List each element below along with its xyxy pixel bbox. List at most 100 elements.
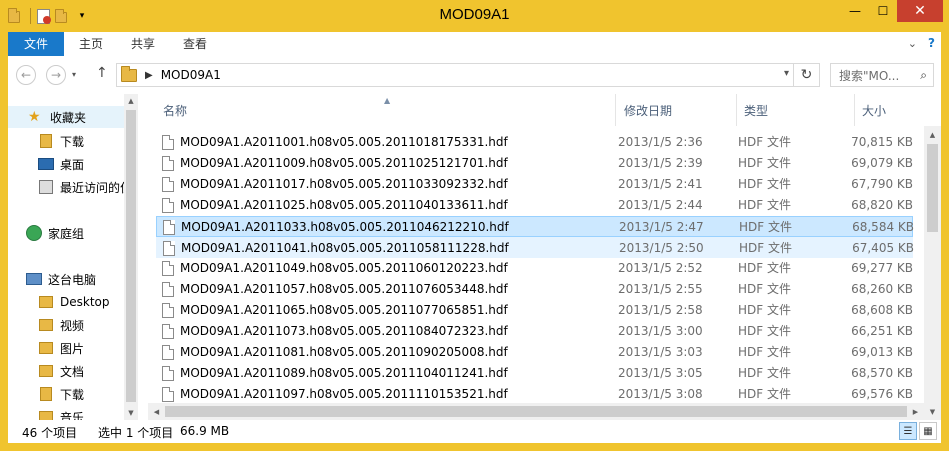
hdf-file-icon bbox=[163, 241, 175, 256]
file-date: 2013/1/5 2:55 bbox=[618, 282, 703, 296]
nav-item-this-pc[interactable]: 这台电脑 bbox=[26, 268, 96, 290]
scrollbar-thumb[interactable] bbox=[126, 110, 136, 402]
help-icon[interactable]: ? bbox=[928, 36, 935, 50]
table-row[interactable]: MOD09A1.A2011041.h08v05.005.201105811122… bbox=[156, 237, 914, 258]
back-button[interactable]: ← bbox=[16, 65, 36, 85]
star-icon: ★ bbox=[28, 109, 41, 125]
table-row[interactable]: MOD09A1.A2011081.h08v05.005.201109020500… bbox=[156, 342, 913, 363]
address-dropdown-icon[interactable]: ▾ bbox=[784, 68, 789, 79]
nav-item-documents[interactable]: 文档 bbox=[38, 360, 84, 382]
nav-item-recent[interactable]: 最近访问的位 bbox=[38, 176, 132, 198]
file-date: 2013/1/5 2:58 bbox=[618, 303, 703, 317]
file-type: HDF 文件 bbox=[738, 198, 791, 212]
hdf-file-icon bbox=[162, 135, 174, 150]
minimize-button[interactable]: — bbox=[841, 0, 869, 22]
hdf-file-icon bbox=[162, 366, 174, 381]
file-size: 68,260 KB bbox=[851, 282, 913, 296]
search-placeholder: 搜索"MO... bbox=[839, 68, 900, 83]
hdf-file-icon bbox=[162, 324, 174, 339]
nav-item-desktop[interactable]: 桌面 bbox=[38, 153, 84, 175]
nav-item-downloads-2[interactable]: 下载 bbox=[38, 383, 84, 405]
search-input[interactable]: 搜索"MO... ⌕ bbox=[830, 63, 934, 87]
scroll-left-arrow-icon[interactable]: ◀ bbox=[148, 403, 165, 420]
maximize-button[interactable]: ☐ bbox=[869, 0, 897, 22]
download-folder-icon bbox=[38, 133, 54, 149]
nav-item-favorites[interactable]: ★ 收藏夹 bbox=[8, 106, 124, 128]
file-name: MOD09A1.A2011073.h08v05.005.201108407232… bbox=[180, 324, 508, 338]
nav-item-homegroup[interactable]: 家庭组 bbox=[26, 222, 84, 244]
homegroup-icon bbox=[26, 225, 42, 241]
title-bar: ▾ MOD09A1 — ☐ ✕ bbox=[0, 0, 949, 32]
nav-item-downloads[interactable]: 下载 bbox=[38, 130, 84, 152]
nav-label: 最近访问的位 bbox=[60, 180, 133, 195]
table-row[interactable]: MOD09A1.A2011009.h08v05.005.201102512170… bbox=[156, 153, 913, 174]
hdf-file-icon bbox=[163, 220, 175, 235]
recent-locations-chevron-icon[interactable]: ▾ bbox=[72, 70, 76, 79]
table-row[interactable]: MOD09A1.A2011017.h08v05.005.201103309233… bbox=[156, 174, 913, 195]
file-list: ▲ 名称 修改日期 类型 大小 MOD09A1.A2011001.h08v05.… bbox=[148, 94, 941, 420]
scrollbar-thumb[interactable] bbox=[927, 144, 938, 232]
column-size[interactable]: 大小 bbox=[855, 94, 925, 126]
nav-label: 桌面 bbox=[60, 157, 85, 172]
table-row[interactable]: MOD09A1.A2011033.h08v05.005.201104621221… bbox=[156, 216, 914, 237]
table-row[interactable]: MOD09A1.A2011073.h08v05.005.201108407232… bbox=[156, 321, 913, 342]
expand-ribbon-icon[interactable]: ⌄ bbox=[908, 37, 917, 50]
tab-share[interactable]: 共享 bbox=[120, 32, 166, 56]
hdf-file-icon bbox=[162, 177, 174, 192]
refresh-button[interactable]: ↻ bbox=[794, 63, 820, 87]
scroll-down-arrow-icon[interactable]: ▼ bbox=[124, 406, 138, 420]
navigation-pane: ★ 收藏夹 下载 桌面 最近访问的位 家庭组 这台电脑 Desktop 视频 图… bbox=[8, 94, 138, 420]
hdf-file-icon bbox=[162, 198, 174, 213]
breadcrumb-path[interactable]: MOD09A1 bbox=[161, 68, 221, 82]
file-name: MOD09A1.A2011041.h08v05.005.201105811122… bbox=[181, 241, 509, 255]
file-type: HDF 文件 bbox=[739, 220, 792, 234]
this-pc-icon bbox=[26, 271, 42, 287]
column-date[interactable]: 修改日期 bbox=[617, 94, 737, 126]
file-name: MOD09A1.A2011081.h08v05.005.201109020500… bbox=[180, 345, 508, 359]
scroll-down-arrow-icon[interactable]: ▼ bbox=[924, 403, 941, 420]
file-list-horizontal-scrollbar[interactable]: ◀ ▶ bbox=[148, 403, 924, 420]
close-button[interactable]: ✕ bbox=[897, 0, 943, 22]
file-date: 2013/1/5 2:47 bbox=[619, 220, 704, 234]
nav-label: 收藏夹 bbox=[50, 110, 87, 125]
tab-home[interactable]: 主页 bbox=[68, 32, 114, 56]
nav-label: 音乐 bbox=[60, 410, 85, 421]
window-controls: — ☐ ✕ bbox=[841, 0, 943, 22]
scroll-up-arrow-icon[interactable]: ▲ bbox=[924, 126, 941, 143]
window-title: MOD09A1 bbox=[439, 6, 510, 23]
folder-icon bbox=[38, 294, 54, 310]
column-type[interactable]: 类型 bbox=[737, 94, 855, 126]
breadcrumb-chevron-icon[interactable]: ▶ bbox=[145, 70, 153, 81]
scroll-right-arrow-icon[interactable]: ▶ bbox=[907, 403, 924, 420]
nav-item-music[interactable]: 音乐 bbox=[38, 406, 84, 420]
file-size: 69,277 KB bbox=[851, 261, 913, 275]
table-row[interactable]: MOD09A1.A2011057.h08v05.005.201107605344… bbox=[156, 279, 913, 300]
nav-item-pictures[interactable]: 图片 bbox=[38, 337, 84, 359]
file-type: HDF 文件 bbox=[738, 303, 791, 317]
table-row[interactable]: MOD09A1.A2011025.h08v05.005.201104013361… bbox=[156, 195, 913, 216]
table-row[interactable]: MOD09A1.A2011097.h08v05.005.201111015352… bbox=[156, 384, 913, 405]
tab-view[interactable]: 查看 bbox=[172, 32, 218, 56]
file-type: HDF 文件 bbox=[738, 366, 791, 380]
column-name[interactable]: 名称 bbox=[156, 94, 616, 126]
forward-button[interactable]: → bbox=[46, 65, 66, 85]
table-row[interactable]: MOD09A1.A2011001.h08v05.005.201101817533… bbox=[156, 132, 913, 153]
details-view-icon[interactable]: ☰ bbox=[899, 422, 917, 440]
table-row[interactable]: MOD09A1.A2011089.h08v05.005.201110401124… bbox=[156, 363, 913, 384]
scroll-up-arrow-icon[interactable]: ▲ bbox=[124, 94, 138, 108]
nav-item-desktop-folder[interactable]: Desktop bbox=[38, 291, 110, 313]
file-size: 69,013 KB bbox=[851, 345, 913, 359]
address-bar[interactable]: ▶ MOD09A1 ▾ bbox=[116, 63, 794, 87]
recent-places-icon bbox=[38, 179, 54, 195]
table-row[interactable]: MOD09A1.A2011065.h08v05.005.201107706585… bbox=[156, 300, 913, 321]
file-list-vertical-scrollbar[interactable]: ▲ ▼ bbox=[924, 126, 941, 420]
search-icon[interactable]: ⌕ bbox=[920, 68, 927, 83]
nav-scrollbar[interactable]: ▲ ▼ bbox=[124, 94, 138, 420]
nav-item-videos[interactable]: 视频 bbox=[38, 314, 84, 336]
tab-file[interactable]: 文件 bbox=[8, 32, 64, 56]
large-icons-view-icon[interactable]: ▦ bbox=[919, 422, 937, 440]
scrollbar-thumb[interactable] bbox=[165, 406, 907, 417]
file-name: MOD09A1.A2011033.h08v05.005.201104621221… bbox=[181, 220, 509, 234]
table-row[interactable]: MOD09A1.A2011049.h08v05.005.201106012022… bbox=[156, 258, 913, 279]
up-button[interactable]: ↑ bbox=[96, 65, 108, 81]
